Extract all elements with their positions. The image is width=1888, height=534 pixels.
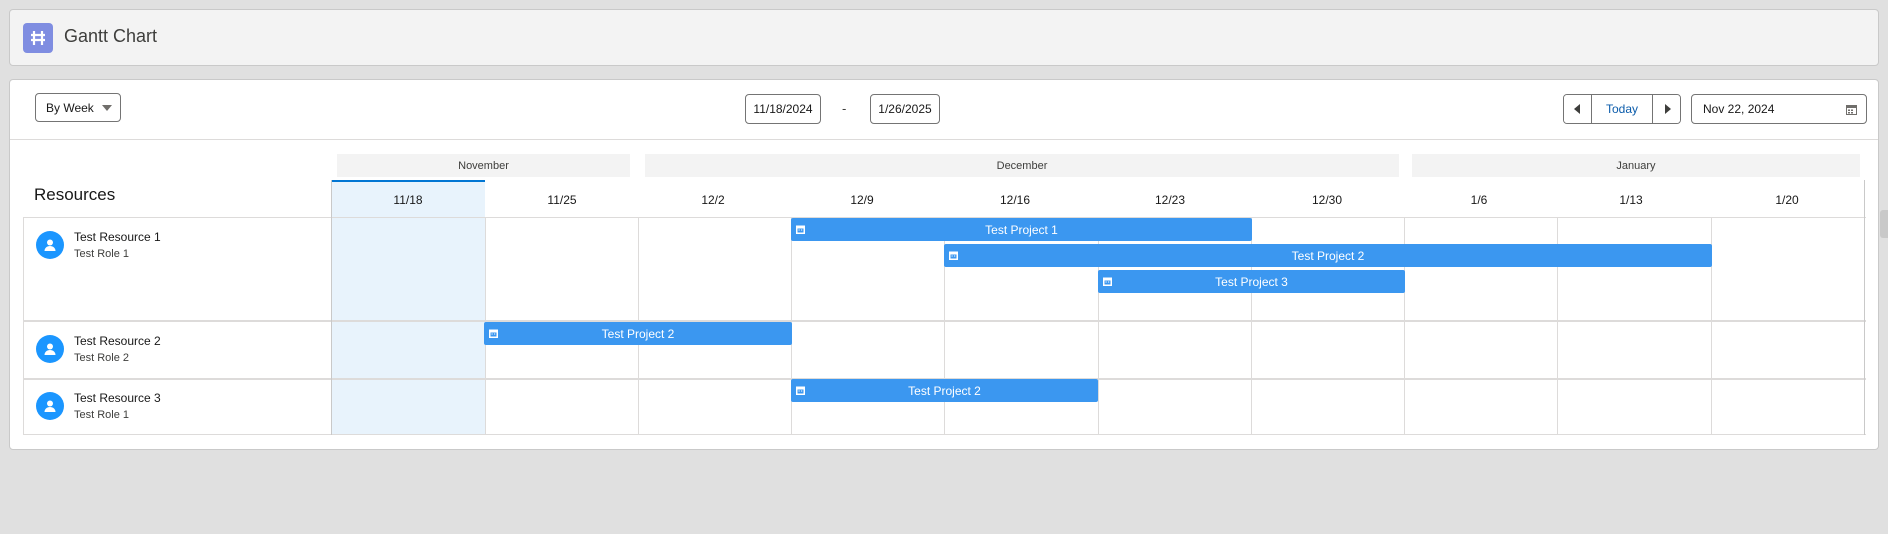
view-select[interactable]: By Week [35, 93, 121, 122]
page-title: Gantt Chart [64, 26, 158, 46]
project-bar-label: Test Project 2 [601, 326, 675, 341]
calendar-icon [949, 251, 958, 260]
month-header-january: January [1412, 154, 1860, 177]
previous-button[interactable] [1564, 95, 1592, 123]
resource-name: Test Resource 3 [74, 391, 161, 405]
project-bar-label: Test Project 2 [908, 383, 981, 398]
week-header: 12/30 [1311, 193, 1343, 207]
month-header-december: December [645, 154, 1399, 177]
resource-row[interactable]: Test Resource 2 Test Role 2 [23, 322, 331, 378]
resource-row[interactable]: Test Resource 3 Test Role 1 [23, 380, 331, 434]
chevron-right-icon [1664, 104, 1671, 114]
project-bar[interactable]: Test Project 3 [1098, 270, 1405, 293]
week-header: 12/16 [999, 193, 1031, 207]
chevron-left-icon [1573, 104, 1580, 114]
week-header: 1/6 [1470, 193, 1488, 207]
week-header: 12/23 [1154, 193, 1186, 207]
today-button[interactable]: Today [1592, 95, 1652, 123]
grid-right-border [1864, 180, 1865, 435]
end-date-input[interactable]: 1/26/2025 [870, 94, 940, 124]
week-header: 1/20 [1775, 193, 1799, 207]
resource-role: Test Role 1 [74, 409, 130, 421]
chevron-down-icon [102, 105, 112, 111]
week-header: 11/25 [547, 193, 577, 207]
date-navigation: Today [1563, 94, 1681, 124]
project-bar[interactable]: Test Project 2 [791, 379, 1098, 402]
page-header: Gantt Chart [9, 9, 1879, 66]
current-date-picker[interactable]: Nov 22, 2024 [1691, 94, 1867, 124]
current-week-highlight [331, 180, 485, 435]
current-week-indicator [331, 180, 485, 182]
calendar-icon [796, 386, 805, 395]
user-avatar-icon [36, 231, 64, 259]
side-panel-handle[interactable] [1880, 210, 1888, 238]
project-bar-label: Test Project 3 [1215, 274, 1288, 289]
project-bar[interactable]: Test Project 1 [791, 218, 1252, 241]
project-bar[interactable]: Test Project 2 [944, 244, 1712, 267]
view-select-label: By Week [46, 100, 94, 115]
resource-role: Test Role 1 [74, 248, 130, 260]
calendar-icon [489, 329, 498, 338]
calendar-icon [1103, 277, 1112, 286]
resources-title: Resources [34, 185, 116, 204]
range-separator: - [842, 101, 847, 116]
resource-role: Test Role 2 [74, 352, 130, 364]
month-header-november: November [337, 154, 630, 177]
gantt-toolbar: By Week 11/18/2024 - 1/26/2025 Today Nov… [10, 80, 1878, 140]
start-date-input[interactable]: 11/18/2024 [745, 94, 821, 124]
calendar-icon [796, 225, 805, 234]
project-bar-label: Test Project 2 [1291, 248, 1365, 263]
current-date-value: Nov 22, 2024 [1703, 102, 1775, 116]
calendar-icon [1846, 105, 1857, 115]
project-bar[interactable]: Test Project 2 [484, 322, 792, 345]
user-avatar-icon [36, 335, 64, 363]
next-button[interactable] [1652, 95, 1680, 123]
gantt-app-icon [23, 23, 53, 53]
week-header: 1/13 [1619, 193, 1643, 207]
resource-row[interactable]: Test Resource 1 Test Role 1 [23, 218, 331, 320]
project-bar-label: Test Project 1 [985, 222, 1058, 237]
resource-name: Test Resource 1 [74, 230, 161, 244]
resource-column-divider [331, 180, 332, 435]
week-header: 11/18 [393, 193, 423, 207]
resource-name: Test Resource 2 [74, 334, 161, 348]
week-header: 12/9 [850, 193, 874, 207]
week-header: 12/2 [701, 193, 725, 207]
user-avatar-icon [36, 392, 64, 420]
